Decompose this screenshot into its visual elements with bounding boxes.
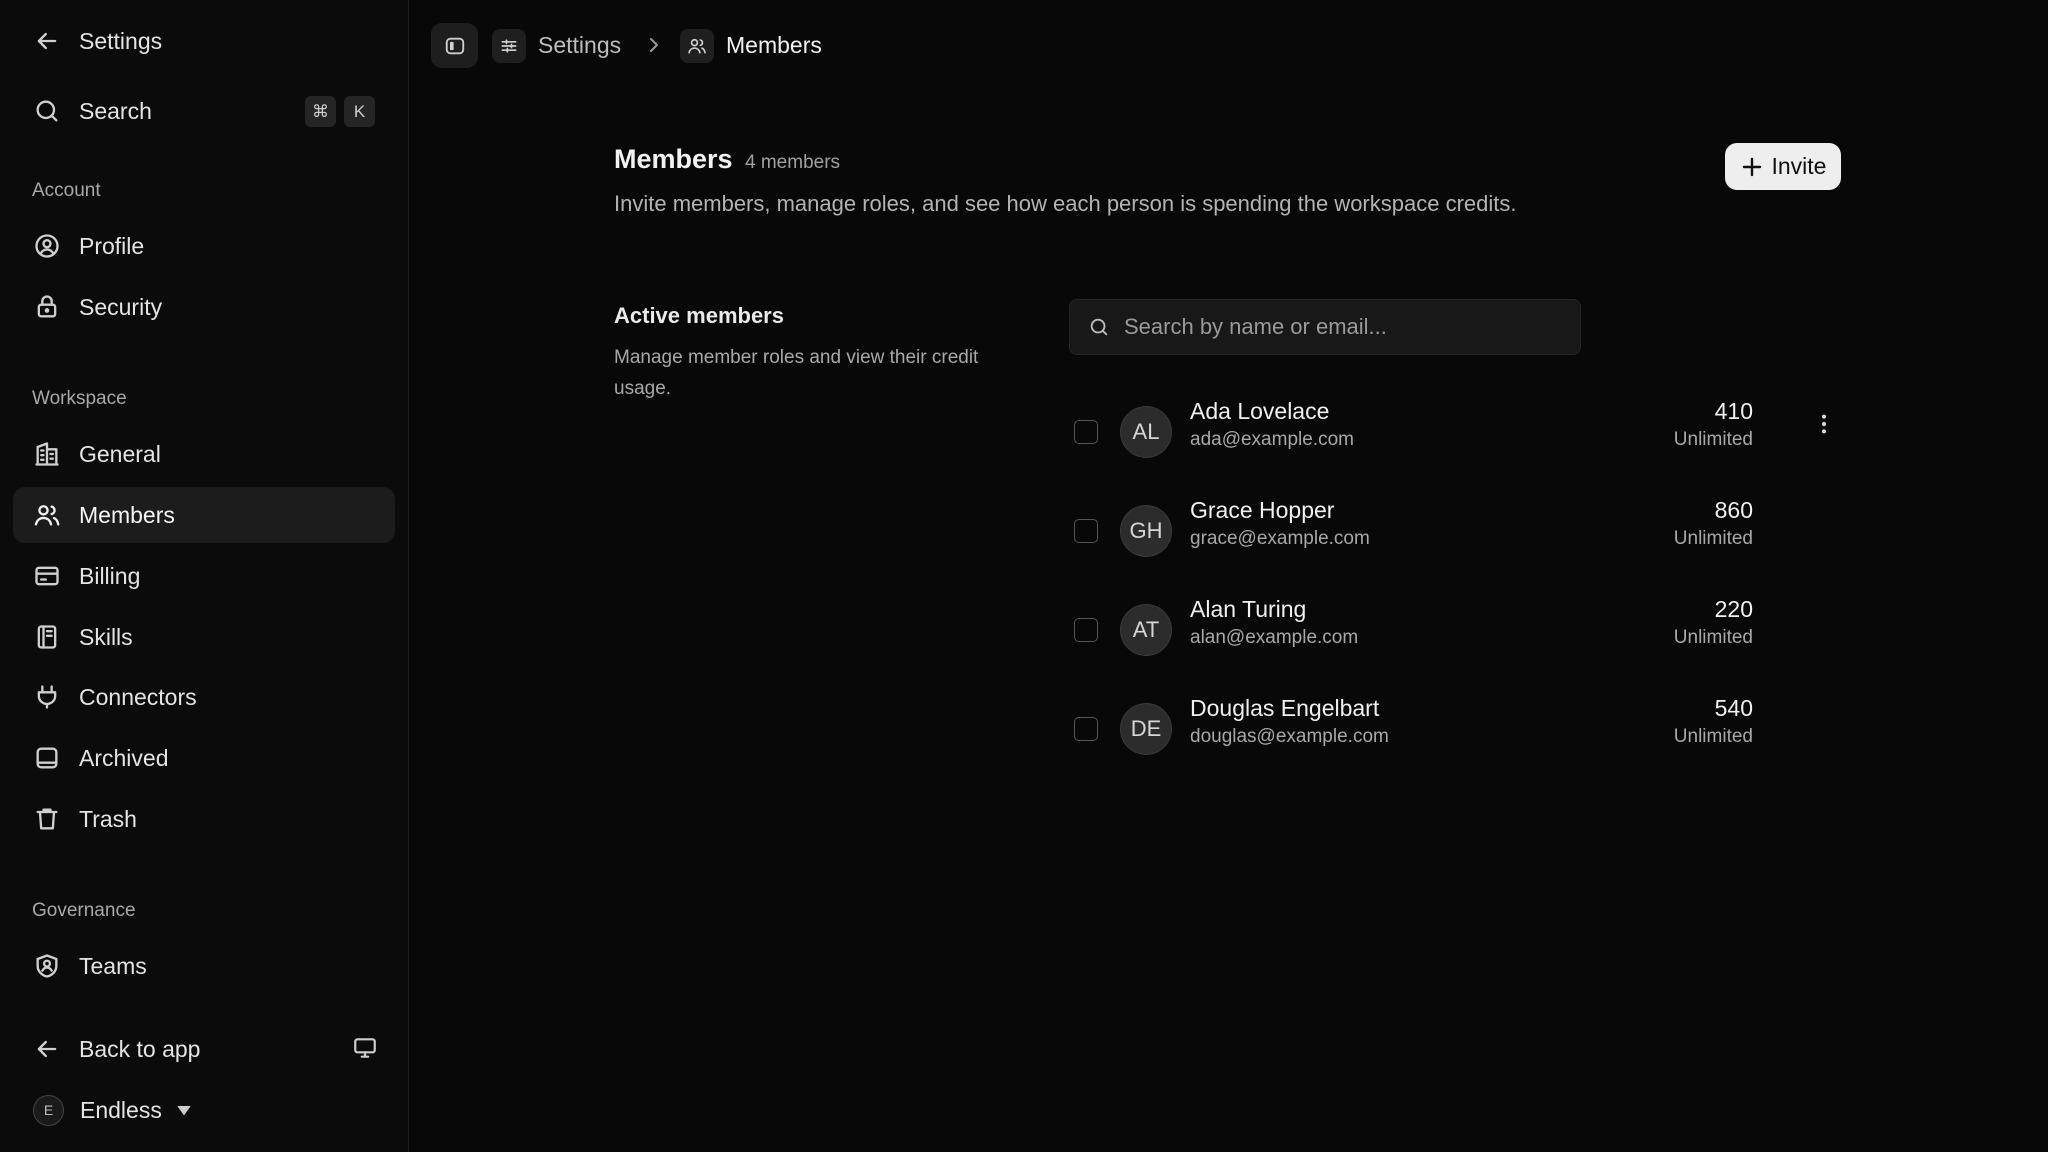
breadcrumb-users-icon (680, 29, 714, 63)
breadcrumb-settings[interactable]: Settings (538, 32, 621, 59)
member-search (1069, 299, 1581, 355)
section-description: Manage member roles and view their credi… (614, 347, 979, 399)
back-to-app-link[interactable]: Back to app (13, 1021, 395, 1077)
sidebar-item-label: Teams (79, 952, 147, 979)
more-options-button[interactable] (1809, 406, 1839, 442)
sidebar-item-label: Billing (79, 562, 141, 589)
lock-icon (37, 295, 57, 318)
section-label-workspace: Workspace (32, 388, 127, 409)
sidebar-item-label: Profile (79, 232, 145, 259)
avatar: AT (1120, 604, 1172, 656)
sidebar-item-connectors[interactable]: Connectors (13, 669, 395, 725)
arrow-left-icon (37, 1040, 57, 1058)
avatar: DE (1120, 703, 1172, 755)
section-label-account: Account (32, 180, 101, 201)
sidebar-search[interactable]: Search (13, 83, 395, 139)
member-email: douglas@example.com (1190, 726, 1389, 747)
sidebar-item-profile[interactable]: Profile (13, 218, 395, 274)
more-vertical-icon (1821, 414, 1827, 434)
back-to-settings-link[interactable]: Settings (13, 13, 395, 69)
sidebar-item-trash[interactable]: Trash (13, 791, 395, 847)
archive-icon (36, 747, 58, 769)
sidebar-toggle-icon (445, 37, 464, 54)
sidebar-item-label: Connectors (79, 683, 197, 710)
credit-card-icon (35, 566, 59, 586)
section-label-governance: Governance (32, 900, 136, 921)
trash-icon (36, 808, 58, 830)
member-name: Alan Turing (1190, 596, 1307, 622)
arrow-left-icon (37, 32, 57, 50)
search-icon (1090, 318, 1108, 336)
member-credits: 410 (1714, 398, 1753, 424)
member-credits: 540 (1714, 695, 1753, 721)
chevron-right-icon (650, 38, 658, 52)
sidebar-item-general[interactable]: General (13, 426, 395, 482)
sidebar-item-archived[interactable]: Archived (13, 730, 395, 786)
monitor-icon[interactable] (352, 1035, 378, 1061)
member-name: Ada Lovelace (1190, 398, 1330, 424)
shortcut-key-k: K (344, 96, 375, 127)
settings-sliders-icon (492, 29, 526, 63)
page-description: Invite members, manage roles, and see ho… (614, 191, 1517, 216)
sidebar-item-security[interactable]: Security (13, 279, 395, 335)
workspace-name: Endless (80, 1096, 162, 1123)
member-limit: Unlimited (1673, 627, 1753, 648)
member-credits: 220 (1714, 596, 1753, 622)
invite-button[interactable]: Invite (1725, 143, 1841, 190)
member-name: Grace Hopper (1190, 497, 1335, 523)
sidebar: Settings Search ⌘ K Account Profile Secu… (0, 0, 409, 1152)
member-email: alan@example.com (1190, 627, 1359, 648)
member-checkbox[interactable] (1074, 519, 1098, 543)
caret-down-icon (177, 1106, 191, 1116)
member-row: AL Ada Lovelace ada@example.com 410 Unli… (1069, 398, 1849, 486)
member-email: grace@example.com (1190, 528, 1370, 549)
workspace-avatar: E (33, 1094, 64, 1126)
sidebar-search-label: Search (79, 97, 152, 124)
sidebar-item-teams[interactable]: Teams (13, 938, 395, 994)
shield-user-icon (36, 954, 58, 978)
back-to-app-label: Back to app (79, 1035, 201, 1062)
member-row: GH Grace Hopper grace@example.com 860 Un… (1069, 497, 1849, 585)
toggle-sidebar-button[interactable] (431, 23, 478, 68)
sidebar-item-label: Archived (79, 744, 169, 771)
book-icon (37, 625, 57, 649)
workspace-switcher[interactable]: E Endless (13, 1082, 395, 1138)
plus-icon (1742, 157, 1761, 176)
avatar: AL (1120, 406, 1172, 458)
member-checkbox[interactable] (1074, 420, 1098, 444)
search-icon (36, 100, 58, 122)
avatar: GH (1120, 505, 1172, 557)
building-icon (35, 442, 59, 466)
member-limit: Unlimited (1673, 528, 1753, 549)
member-row: DE Douglas Engelbart douglas@example.com… (1069, 695, 1849, 783)
sidebar-item-label: General (79, 440, 161, 467)
member-count: 4 members (745, 152, 841, 173)
shortcut-key-cmd: ⌘ (305, 96, 336, 127)
sidebar-item-skills[interactable]: Skills (13, 609, 395, 665)
member-limit: Unlimited (1673, 726, 1753, 747)
breadcrumb-members: Members (726, 32, 822, 58)
member-limit: Unlimited (1673, 429, 1753, 450)
sidebar-item-billing[interactable]: Billing (13, 548, 395, 604)
sidebar-item-label: Trash (79, 805, 137, 832)
member-email: ada@example.com (1190, 429, 1354, 450)
member-credits: 860 (1714, 497, 1753, 523)
sidebar-title: Settings (79, 27, 163, 54)
page-title: Members (614, 144, 733, 174)
sidebar-item-label: Skills (79, 623, 133, 650)
users-icon (34, 505, 60, 526)
member-search-input[interactable] (1124, 314, 1564, 340)
sidebar-item-label: Security (79, 293, 163, 320)
plug-icon (37, 685, 57, 709)
user-circle-icon (35, 234, 59, 258)
member-checkbox[interactable] (1074, 717, 1098, 741)
invite-label: Invite (1771, 153, 1827, 179)
member-name: Douglas Engelbart (1190, 695, 1380, 721)
member-row: AT Alan Turing alan@example.com 220 Unli… (1069, 596, 1849, 684)
section-title: Active members (614, 303, 784, 328)
sidebar-item-members[interactable]: Members (13, 487, 395, 543)
member-checkbox[interactable] (1074, 618, 1098, 642)
sidebar-item-label: Members (79, 501, 175, 528)
